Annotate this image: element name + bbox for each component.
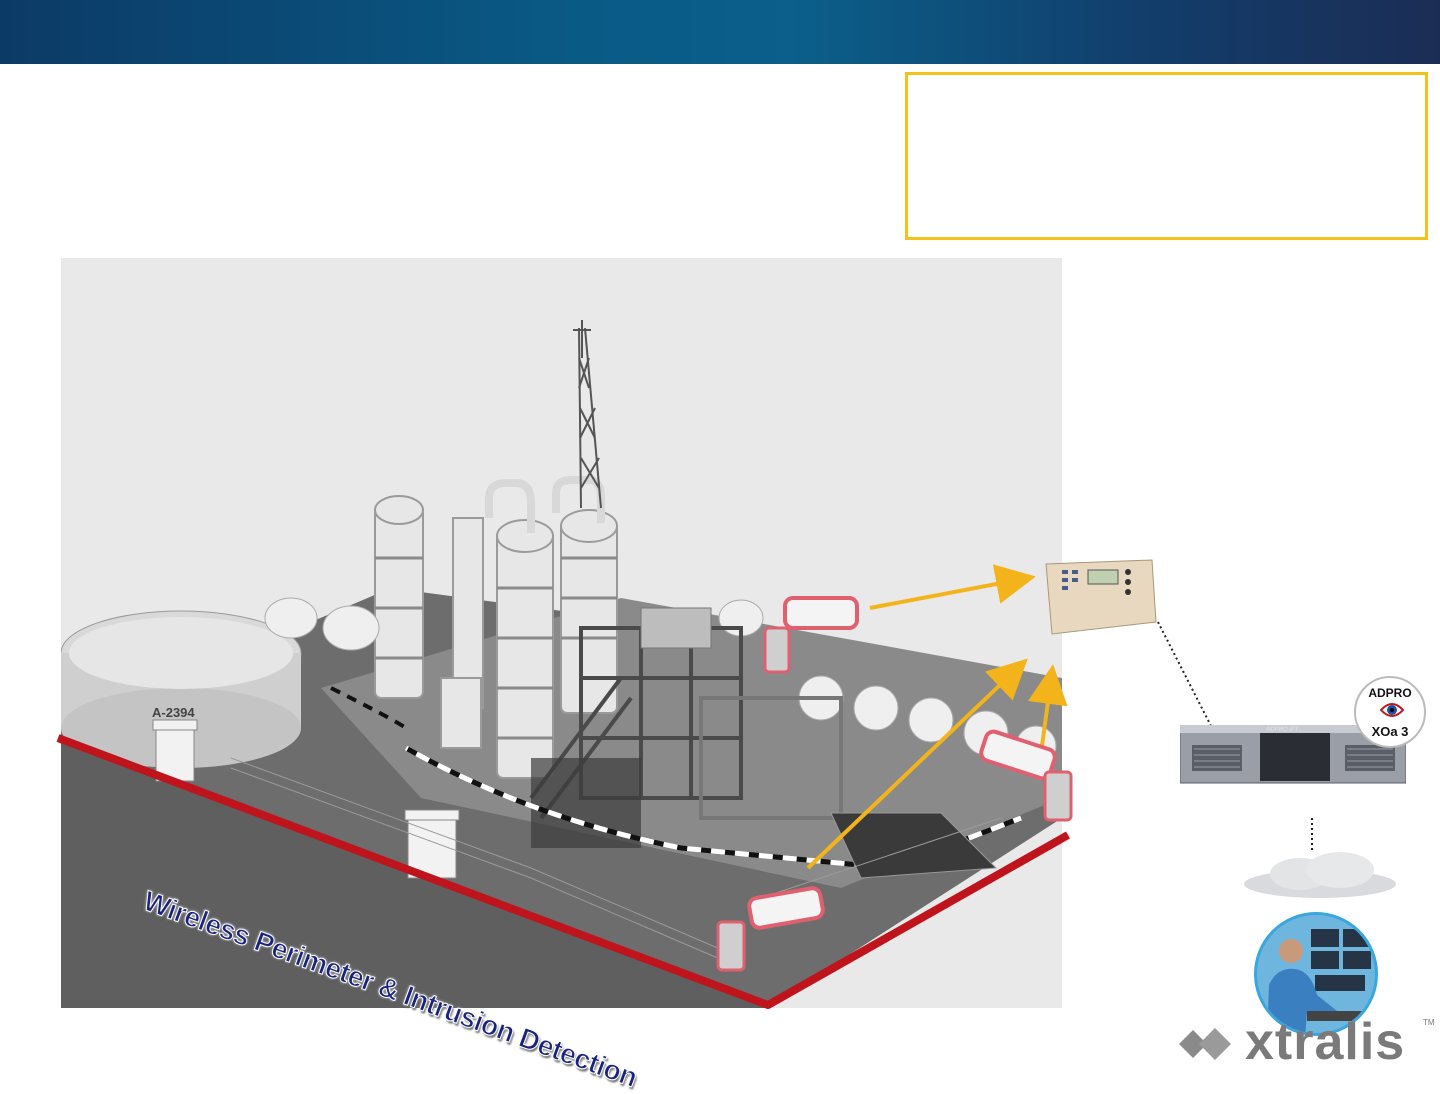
badge-brand: ADPRO	[1368, 686, 1412, 700]
tank-label: A-2394	[152, 705, 195, 720]
cloud-icon	[1244, 852, 1396, 898]
badge-product: XOa 3	[1371, 724, 1409, 739]
xtralis-logo: xtralis TM	[1175, 1012, 1437, 1076]
xtralis-logo-mark-icon	[1179, 1028, 1231, 1060]
logo-trademark: TM	[1423, 1018, 1435, 1027]
adpro-xoa3-badge: ADPRO XOa 3	[1354, 676, 1426, 748]
logo-wordmark: xtralis	[1245, 1013, 1406, 1071]
detector-control-panel	[1045, 559, 1157, 635]
slide-header-bar	[0, 0, 1440, 64]
plant-illustration	[61, 320, 1062, 1008]
eye-icon	[1379, 703, 1405, 717]
rack-label: ADPRO iFT	[1266, 727, 1299, 733]
link-panel-rack	[1157, 621, 1213, 729]
plant-scene-image	[61, 258, 1062, 1008]
callout-box	[905, 72, 1428, 240]
